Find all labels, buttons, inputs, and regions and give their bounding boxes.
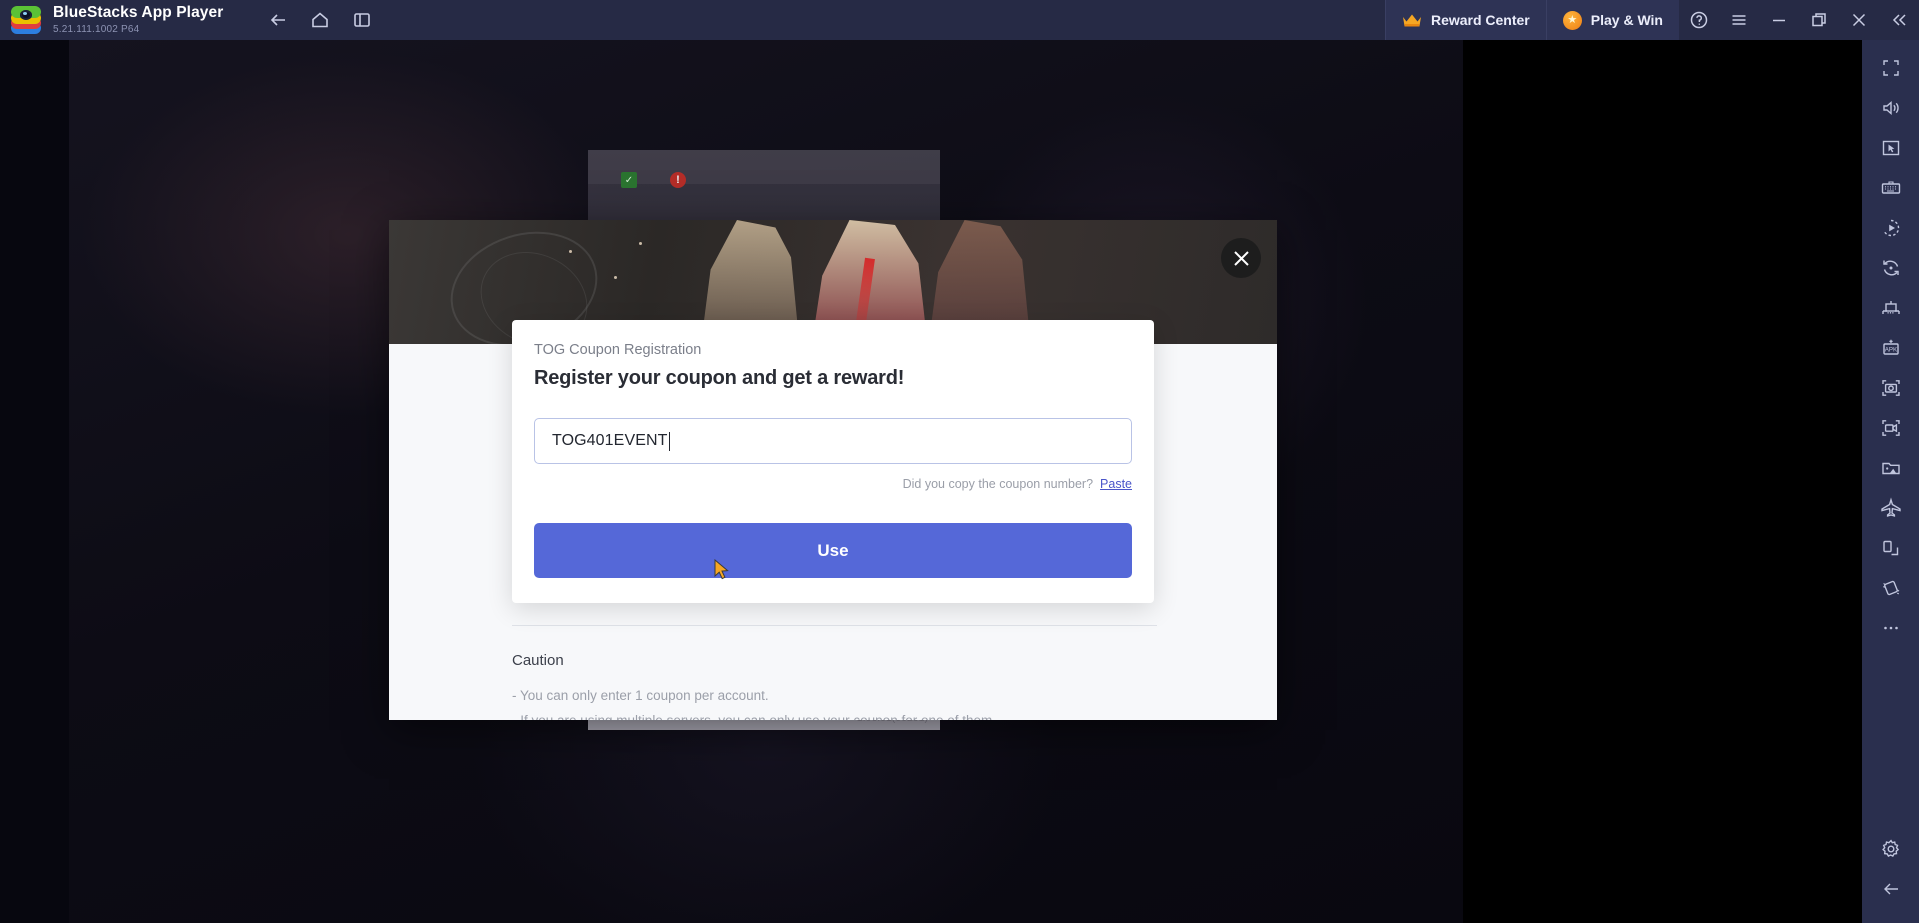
video-frame-icon — [1881, 420, 1900, 436]
sidebar-item-screenshot[interactable] — [1871, 368, 1911, 408]
titlebar: BlueStacks App Player 5.21.111.1002 P64 — [0, 0, 1919, 40]
collapse-sidebar-button[interactable] — [1879, 0, 1919, 40]
text-caret — [668, 431, 670, 451]
multi-instance-icon — [354, 13, 371, 27]
paste-hint-text: Did you copy the coupon number? — [902, 477, 1094, 491]
use-coupon-button[interactable]: Use — [534, 523, 1132, 578]
hero-spark — [569, 250, 572, 253]
app-title-block: BlueStacks App Player 5.21.111.1002 P64 — [53, 5, 223, 35]
menu-button[interactable] — [1719, 0, 1759, 40]
sidebar-item-settings[interactable] — [1871, 829, 1911, 869]
dialog-title: Register your coupon and get a reward! — [534, 367, 905, 389]
restore-button[interactable] — [1799, 0, 1839, 40]
sidebar-item-game-controls[interactable] — [1871, 128, 1911, 168]
sidebar-item-instance-sync[interactable] — [1871, 288, 1911, 328]
caution-line-2: - If you are using multiple servers, you… — [512, 713, 1157, 720]
shake-icon — [1882, 580, 1899, 596]
use-coupon-label: Use — [817, 540, 849, 560]
left-letterbox — [0, 40, 69, 923]
game-badge-green: ✓ — [621, 172, 637, 188]
bluestacks-logo-icon — [11, 5, 41, 35]
app-version: 5.21.111.1002 P64 — [53, 23, 140, 35]
arrow-left-icon — [271, 14, 286, 26]
play-and-win-button[interactable]: ★ Play & Win — [1545, 0, 1679, 40]
sidebar-item-android-back[interactable] — [1871, 869, 1911, 909]
media-folder-icon — [1881, 462, 1900, 475]
minimize-icon — [1773, 19, 1785, 22]
apk-install-icon: APK — [1882, 339, 1899, 355]
arrow-left-icon — [1883, 883, 1898, 895]
fullscreen-icon — [1882, 60, 1899, 76]
game-badge-red: ! — [670, 172, 686, 188]
sidebar-item-rotate[interactable] — [1871, 248, 1911, 288]
nav-home-button[interactable] — [301, 1, 339, 39]
star-badge-icon: ★ — [1562, 10, 1582, 30]
double-chevron-left-icon — [1892, 14, 1906, 26]
sidebar-item-split-screen[interactable] — [1871, 528, 1911, 568]
close-window-button[interactable] — [1839, 0, 1879, 40]
sync-instance-icon — [1881, 301, 1900, 314]
close-icon — [1852, 13, 1866, 27]
sidebar-item-eco-mode[interactable] — [1871, 488, 1911, 528]
coupon-overlay: Caution - You can only enter 1 coupon pe… — [389, 220, 1277, 720]
caution-title: Caution — [512, 652, 564, 669]
caution-block: Caution - You can only enter 1 coupon pe… — [512, 625, 1157, 720]
game-panel-header — [588, 150, 940, 184]
keyboard-icon — [1881, 181, 1900, 194]
coupon-code-value: TOG401EVENT — [552, 432, 668, 449]
sidebar-item-install-apk[interactable]: APK — [1871, 328, 1911, 368]
sidebar-item-media-manager[interactable] — [1871, 448, 1911, 488]
crown-icon — [1402, 13, 1422, 28]
home-icon — [312, 12, 329, 28]
caution-line-1: - You can only enter 1 coupon per accoun… — [512, 688, 769, 703]
camera-frame-icon — [1881, 380, 1900, 396]
sidebar-item-macro[interactable] — [1871, 208, 1911, 248]
paste-hint-row: Did you copy the coupon number? Paste — [903, 477, 1132, 491]
split-screen-icon — [1882, 540, 1898, 556]
bluestacks-sidebar: APK — [1862, 40, 1919, 923]
sidebar-item-shake[interactable] — [1871, 568, 1911, 608]
android-screen[interactable]: ✓ ! ID : 12000800056804 Copy Server: S 8… — [69, 40, 1463, 923]
hamburger-icon — [1732, 15, 1746, 25]
sidebar-item-volume[interactable] — [1871, 88, 1911, 128]
close-icon — [1233, 250, 1249, 266]
help-button[interactable] — [1679, 0, 1719, 40]
play-circle-icon — [1883, 219, 1899, 237]
sidebar-item-more[interactable] — [1871, 608, 1911, 648]
play-and-win-label: Play & Win — [1590, 12, 1663, 28]
paste-link[interactable]: Paste — [1100, 477, 1132, 491]
sidebar-item-record[interactable] — [1871, 408, 1911, 448]
app-title: BlueStacks App Player — [53, 4, 224, 22]
cursor-in-frame-icon — [1882, 140, 1899, 156]
titlebar-nav — [259, 1, 381, 39]
hero-spark — [639, 242, 642, 245]
nav-back-button[interactable] — [259, 1, 297, 39]
airplane-icon — [1880, 497, 1901, 517]
sidebar-item-keyboard[interactable] — [1871, 168, 1911, 208]
dialog-kicker: TOG Coupon Registration — [534, 342, 702, 358]
caution-separator — [512, 625, 1157, 626]
rotate-icon — [1882, 260, 1899, 276]
sidebar-item-fullscreen[interactable] — [1871, 48, 1911, 88]
nav-instances-button[interactable] — [343, 1, 381, 39]
coupon-dialog: TOG Coupon Registration Register your co… — [512, 320, 1154, 603]
gear-icon — [1881, 839, 1899, 858]
speaker-icon — [1882, 100, 1899, 116]
minimize-button[interactable] — [1759, 0, 1799, 40]
ellipsis-icon — [1883, 626, 1898, 630]
question-circle-icon — [1690, 11, 1708, 29]
svg-text:APK: APK — [1884, 346, 1897, 353]
reward-center-button[interactable]: Reward Center — [1384, 0, 1546, 40]
close-overlay-button[interactable] — [1221, 238, 1261, 278]
reward-center-label: Reward Center — [1430, 12, 1530, 28]
hero-spark — [614, 276, 617, 279]
restore-icon — [1812, 13, 1826, 27]
coupon-code-input[interactable]: TOG401EVENT — [534, 418, 1132, 464]
